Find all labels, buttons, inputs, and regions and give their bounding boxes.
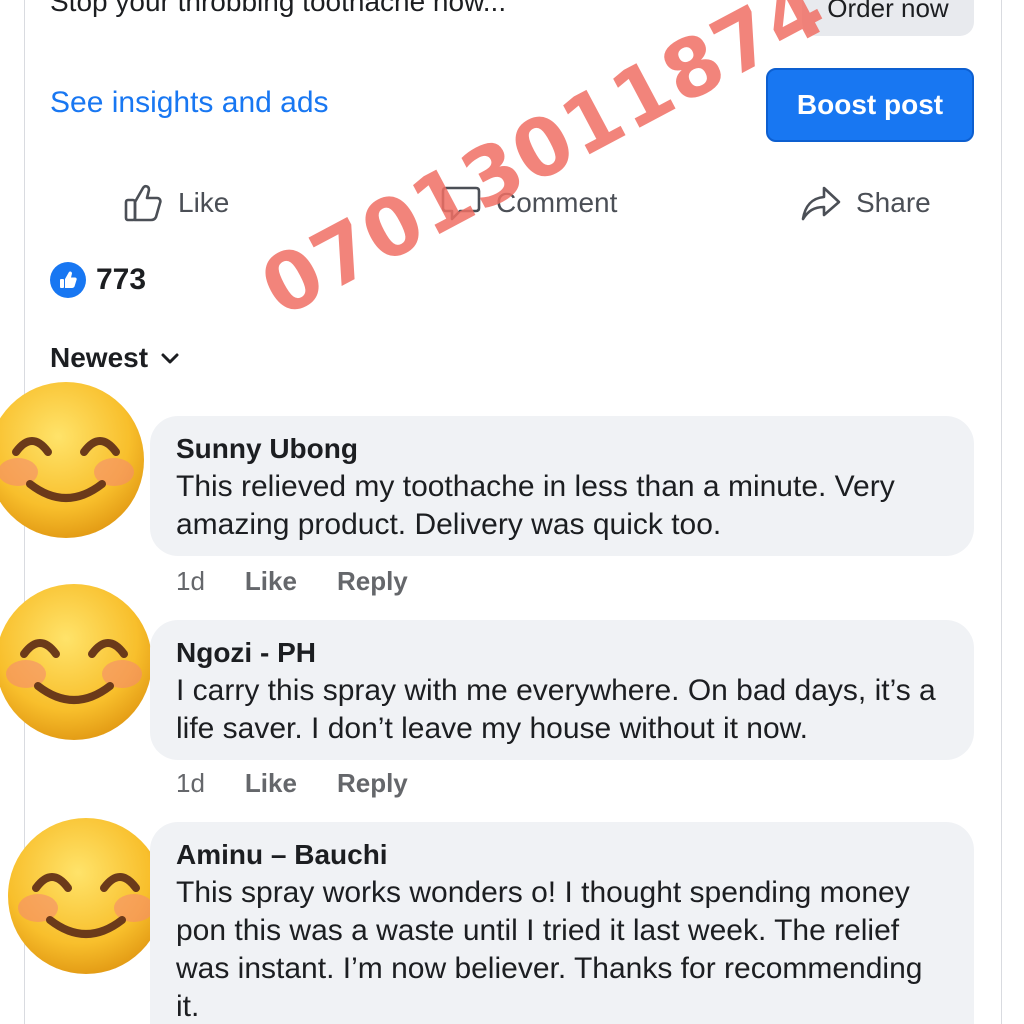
comment-author[interactable]: Sunny Ubong bbox=[176, 432, 948, 466]
comment-bubble: Ngozi - PH I carry this spray with me ev… bbox=[150, 620, 974, 760]
comment-text: This relieved my toothache in less than … bbox=[176, 470, 895, 541]
comment-time[interactable]: 1d bbox=[176, 768, 205, 799]
comment-reply-button[interactable]: Reply bbox=[337, 768, 408, 799]
comment-text: This spray works wonders o! I thought sp… bbox=[176, 876, 923, 1023]
ad-caption: Stop your throbbing toothache now... bbox=[50, 0, 507, 17]
boost-post-button[interactable]: Boost post bbox=[766, 68, 974, 142]
share-action-button[interactable]: Share bbox=[800, 178, 931, 228]
reaction-count: 773 bbox=[96, 263, 147, 296]
like-reaction-icon bbox=[50, 262, 86, 298]
comment-reply-button[interactable]: Reply bbox=[337, 566, 408, 597]
like-action-label: Like bbox=[178, 187, 230, 218]
smiling-face-emoji-icon bbox=[8, 818, 164, 974]
chevron-down-icon bbox=[161, 353, 179, 364]
reactions-summary[interactable]: 773 bbox=[50, 262, 146, 298]
comment-bubble: Aminu – Bauchi This spray works wonders … bbox=[150, 822, 974, 1024]
smiling-face-emoji-icon bbox=[0, 584, 152, 740]
comment-author[interactable]: Ngozi - PH bbox=[176, 636, 948, 670]
share-action-label: Share bbox=[856, 187, 931, 218]
share-arrow-icon bbox=[801, 186, 841, 221]
thumbs-up-icon bbox=[124, 184, 162, 222]
smiling-face-emoji-icon bbox=[0, 382, 144, 538]
comment-time[interactable]: 1d bbox=[176, 566, 205, 597]
comment-text: I carry this spray with me everywhere. O… bbox=[176, 674, 936, 745]
comment-meta: 1d Like Reply bbox=[176, 768, 408, 799]
comment-like-button[interactable]: Like bbox=[245, 566, 297, 597]
sort-label: Newest bbox=[50, 342, 149, 373]
comment-author[interactable]: Aminu – Bauchi bbox=[176, 838, 948, 872]
see-insights-link[interactable]: See insights and ads bbox=[50, 86, 329, 120]
comment-like-button[interactable]: Like bbox=[245, 768, 297, 799]
like-action-button[interactable]: Like bbox=[122, 178, 229, 228]
comment-meta: 1d Like Reply bbox=[176, 566, 408, 597]
comment-sort-dropdown[interactable]: Newest bbox=[50, 342, 180, 374]
comment-bubble: Sunny Ubong This relieved my toothache i… bbox=[150, 416, 974, 556]
